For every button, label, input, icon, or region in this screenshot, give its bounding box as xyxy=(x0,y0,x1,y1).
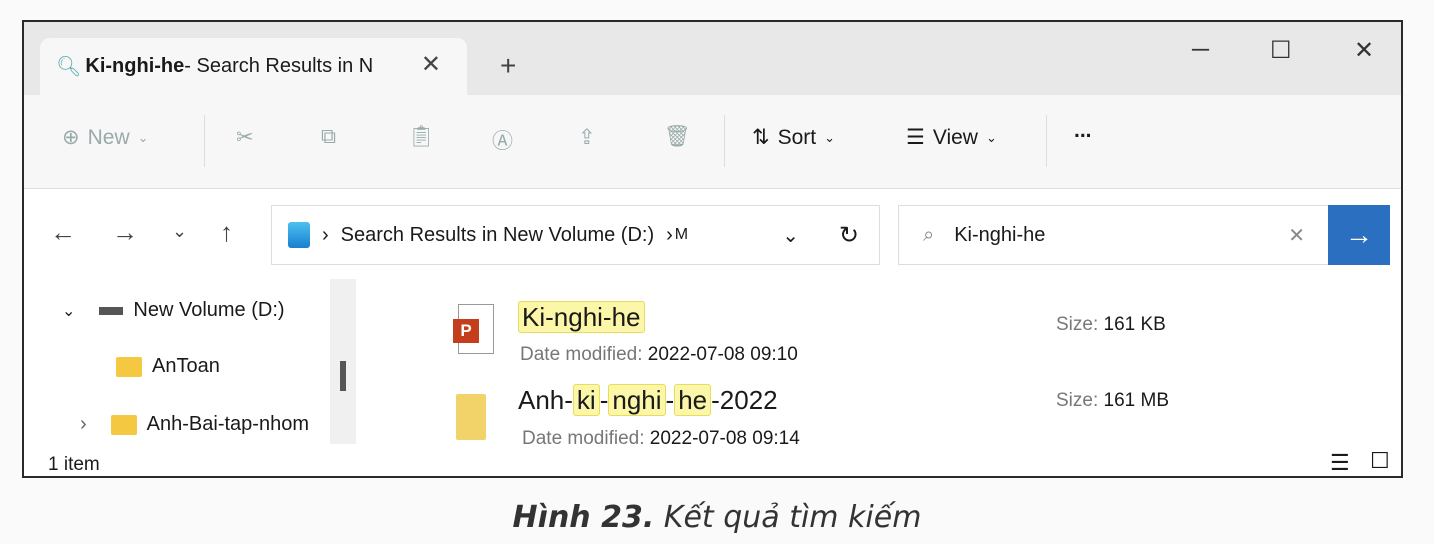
folder-icon xyxy=(456,394,486,440)
tree-item-new-volume[interactable]: ⌄ New Volume (D:) xyxy=(62,299,285,322)
folder-icon xyxy=(116,356,142,377)
refresh-icon[interactable]: ↻ xyxy=(839,221,859,250)
result-size: Size: 161 KB xyxy=(1056,314,1166,335)
search-icon: ⌕ xyxy=(923,223,935,246)
tree-item-antoan[interactable]: AnToan xyxy=(116,355,220,378)
search-icon: 🔍︎ xyxy=(56,56,82,78)
tab-search-results[interactable]: 🔍︎ Ki-nghi-he - Search Results in N ✕ xyxy=(40,38,467,95)
figure-caption: Hình 23. Kết quả tìm kiếm xyxy=(0,500,1434,535)
tree-label: New Volume (D:) xyxy=(133,299,285,321)
result-date: Date modified: 2022-07-08 09:14 xyxy=(522,428,800,449)
delete-icon[interactable]: 🗑︎ xyxy=(664,125,691,149)
name-segment: Anh- xyxy=(518,385,573,415)
chevron-right-icon: › xyxy=(80,413,87,435)
chevron-right-icon: › xyxy=(322,223,329,246)
search-match-highlight: Ki-nghi-he xyxy=(518,301,645,333)
search-go-button[interactable]: → xyxy=(1328,205,1390,265)
file-explorer-window: 🔍︎ Ki-nghi-he - Search Results in N ✕ + … xyxy=(22,20,1403,478)
view-label: View xyxy=(932,125,978,149)
result-date: Date modified: 2022-07-08 09:10 xyxy=(520,344,798,365)
maximize-button[interactable]: ☐ xyxy=(1270,36,1292,65)
rename-icon[interactable]: Ⓐ xyxy=(492,125,513,155)
sort-icon: ⇅ xyxy=(752,126,770,149)
cut-icon[interactable]: ✂ xyxy=(236,125,254,150)
powerpoint-icon: P xyxy=(453,304,494,354)
tiles-view-icon[interactable]: ☐ xyxy=(1370,448,1390,474)
chevron-down-icon: ⌄ xyxy=(985,129,997,145)
drive-icon xyxy=(288,222,310,248)
tab-title: - Search Results in N xyxy=(184,55,374,77)
tree-label: AnToan xyxy=(152,355,220,377)
name-segment: -2022 xyxy=(711,385,778,415)
breadcrumb[interactable]: Search Results in New Volume (D:) xyxy=(341,224,654,247)
folder-icon xyxy=(110,414,137,435)
view-button[interactable]: ☰ View ⌄ xyxy=(906,125,997,150)
name-segment: - xyxy=(665,385,675,415)
forward-button[interactable]: → xyxy=(112,217,138,248)
caption-label: Hình 23. xyxy=(512,500,655,535)
copy-icon[interactable]: ⧉ xyxy=(321,125,336,149)
search-input[interactable]: Ki-nghi-he xyxy=(954,224,1045,247)
chevron-right-icon: › xyxy=(666,223,673,246)
caption-text: Kết quả tìm kiếm xyxy=(654,500,922,535)
details-view-icon[interactable]: ☰ xyxy=(1330,450,1350,476)
status-item-count: 1 item xyxy=(48,454,100,475)
result-name[interactable]: Ki-nghi-he xyxy=(518,301,645,333)
recent-locations-button[interactable]: ⌄ xyxy=(172,221,187,242)
command-bar: ⊕ New ⌄ ✂ ⧉ 📋︎ Ⓐ ⇪ 🗑︎ ⇅ Sort ⌄ ☰ View ⌄ ... xyxy=(24,95,1401,189)
plus-circle-icon: ⊕ xyxy=(62,126,80,149)
tab-title-query: Ki-nghi-he xyxy=(85,55,185,77)
new-label: New xyxy=(87,125,130,149)
new-tab-button[interactable]: + xyxy=(500,50,516,82)
breadcrumb-overflow: M xyxy=(674,226,689,243)
view-icon: ☰ xyxy=(906,126,925,149)
search-match-highlight: nghi xyxy=(608,384,666,416)
sort-button[interactable]: ⇅ Sort ⌄ xyxy=(752,125,835,150)
tab-bar: 🔍︎ Ki-nghi-he - Search Results in N ✕ + … xyxy=(24,22,1401,95)
tree-label: Anh-Bai-tap-nhom xyxy=(146,413,309,435)
more-options-button[interactable]: ... xyxy=(1074,119,1092,143)
paste-icon[interactable]: 📋︎ xyxy=(408,125,435,149)
chevron-down-icon: ⌄ xyxy=(824,129,836,145)
address-row: ← → ⌄ ↑ › Search Results in New Volume (… xyxy=(24,189,1401,279)
navigation-scrollbar[interactable] xyxy=(330,279,356,444)
search-match-highlight: he xyxy=(674,384,712,416)
sort-label: Sort xyxy=(777,125,817,149)
back-button[interactable]: ← xyxy=(50,217,76,248)
clear-search-icon[interactable]: ✕ xyxy=(1288,223,1305,248)
drive-icon xyxy=(99,306,124,315)
search-match-highlight: ki xyxy=(572,384,600,416)
address-bar[interactable]: › Search Results in New Volume (D:) › M … xyxy=(271,205,880,265)
chevron-down-icon: ⌄ xyxy=(137,129,149,145)
result-size: Size: 161 MB xyxy=(1056,390,1170,411)
minimize-button[interactable]: ─ xyxy=(1192,36,1209,64)
result-name[interactable]: Anh-ki - nghi - he -2022 xyxy=(518,384,778,416)
search-box[interactable]: ⌕ Ki-nghi-he ✕ xyxy=(898,205,1330,265)
navigation-pane: ⌄ New Volume (D:) AnToan › Anh-Bai-tap-nho… xyxy=(24,279,359,444)
history-dropdown-icon[interactable]: ⌄ xyxy=(782,223,799,248)
new-button[interactable]: ⊕ New ⌄ xyxy=(62,125,149,150)
share-icon[interactable]: ⇪ xyxy=(578,125,596,150)
close-tab-icon[interactable]: ✕ xyxy=(421,50,441,79)
close-window-button[interactable]: ✕ xyxy=(1354,36,1374,65)
chevron-down-icon: ⌄ xyxy=(62,302,76,320)
up-button[interactable]: ↑ xyxy=(220,217,233,248)
tree-item-anh-bai-tap-nhom[interactable]: › Anh-Bai-tap-nhom xyxy=(80,413,309,436)
